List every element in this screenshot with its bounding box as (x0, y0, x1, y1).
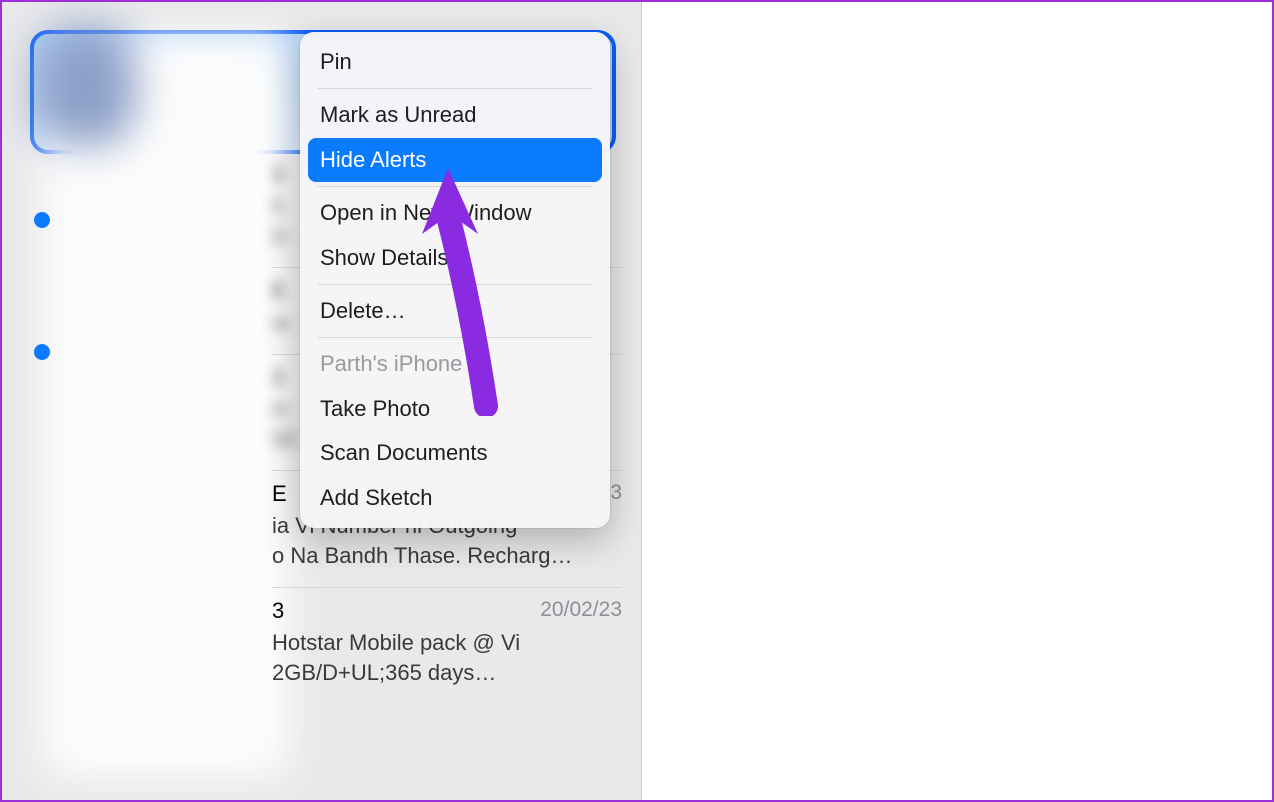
menu-item-pin[interactable]: Pin (308, 40, 602, 84)
menu-item-hide-alerts[interactable]: Hide Alerts (308, 138, 602, 182)
menu-separator (318, 337, 592, 338)
message-preview: Hotstar Mobile pack @ Vi 2GB/D+UL;365 da… (272, 628, 622, 687)
message-date: 20/02/23 (540, 598, 622, 624)
context-menu: Pin Mark as Unread Hide Alerts Open in N… (300, 32, 610, 528)
messages-app-frame: 3 5 D E ia 3 (2, 2, 642, 800)
menu-separator (318, 88, 592, 89)
menu-separator (318, 186, 592, 187)
unread-dot (34, 212, 50, 228)
blurred-redaction (42, 32, 290, 778)
menu-item-delete[interactable]: Delete… (308, 289, 602, 333)
conversation-row[interactable]: 3 20/02/23 Hotstar Mobile pack @ Vi 2GB/… (272, 588, 622, 703)
menu-item-take-photo[interactable]: Take Photo (308, 387, 602, 431)
sender-name: 3 (272, 598, 284, 624)
menu-item-scan-documents[interactable]: Scan Documents (308, 431, 602, 475)
sender-name: E (272, 481, 287, 507)
menu-item-add-sketch[interactable]: Add Sketch (308, 476, 602, 520)
menu-separator (318, 284, 592, 285)
sender-name: 3 (272, 365, 284, 391)
menu-section-header: Parth's iPhone (308, 342, 602, 386)
sender-name: 3 (272, 162, 284, 188)
menu-item-mark-unread[interactable]: Mark as Unread (308, 93, 602, 137)
menu-item-open-new-window[interactable]: Open in New Window (308, 191, 602, 235)
sender-name: E (272, 278, 287, 304)
unread-dot (34, 344, 50, 360)
menu-item-show-details[interactable]: Show Details (308, 236, 602, 280)
